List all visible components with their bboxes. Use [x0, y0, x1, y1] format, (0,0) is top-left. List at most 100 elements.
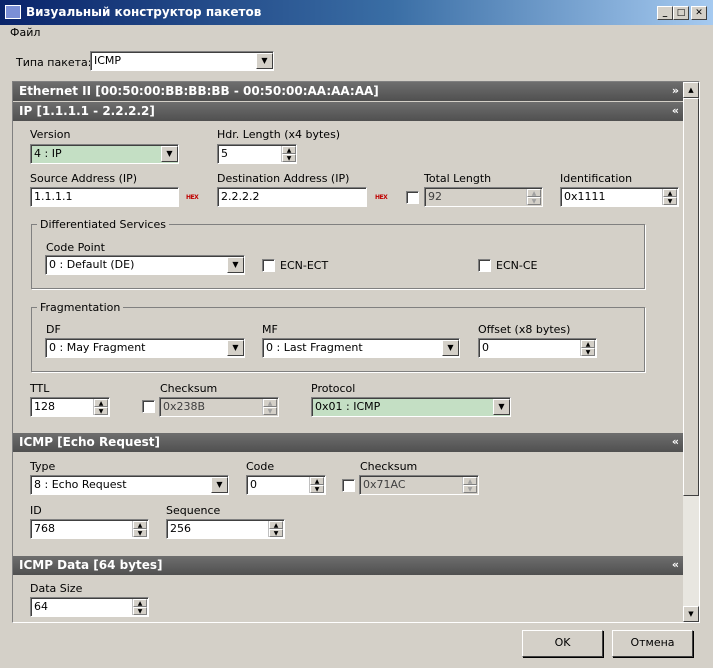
- scroll-up-icon[interactable]: ▲: [683, 82, 699, 98]
- icmp-checksum-value: 0x71AC: [363, 478, 406, 491]
- data-size-spin[interactable]: ▲ ▼: [132, 599, 147, 615]
- scroll-down-icon[interactable]: ▼: [683, 606, 699, 622]
- collapse-icon[interactable]: «: [672, 104, 679, 117]
- app-icon: [5, 5, 21, 19]
- identification-value: 0x1111: [564, 190, 606, 203]
- icmp-type-label: Type: [30, 460, 56, 473]
- collapse-icon[interactable]: «: [672, 558, 679, 571]
- destination-address-label: Destination Address (IP): [217, 172, 350, 185]
- ip-checksum-checkbox[interactable]: [142, 400, 155, 413]
- data-size-label: Data Size: [30, 582, 83, 595]
- icmp-code-value: 0: [250, 478, 257, 491]
- ecn-ce-checkbox[interactable]: [478, 259, 491, 272]
- ip-checksum-value: 0x238B: [163, 400, 206, 413]
- icmp-sequence-value: 256: [170, 522, 191, 535]
- icmp-data-header-text: ICMP Data [64 bytes]: [19, 558, 163, 572]
- vertical-scrollbar[interactable]: ▲ ▼: [683, 82, 699, 622]
- ip-checksum-spin: ▲ ▼: [262, 399, 277, 415]
- minimize-button[interactable]: _: [657, 6, 673, 20]
- icmp-type-select[interactable]: 8 : Echo Request: [30, 475, 229, 495]
- source-address-value: 1.1.1.1: [34, 190, 73, 203]
- icmp-type-value: 8 : Echo Request: [34, 478, 127, 491]
- icmp-code-label: Code: [246, 460, 275, 473]
- ip-checksum-stepper: 0x238B: [159, 397, 279, 417]
- chevron-down-icon[interactable]: ▼: [161, 146, 178, 162]
- version-value: 4 : IP: [34, 147, 62, 160]
- scrollbar-thumb[interactable]: [683, 98, 699, 496]
- ttl-value: 128: [34, 400, 55, 413]
- source-address-label: Source Address (IP): [30, 172, 138, 185]
- diffserv-group-title: Differentiated Services: [37, 218, 169, 231]
- collapse-icon[interactable]: «: [672, 435, 679, 448]
- ecn-ect-label: ECN-ECT: [280, 259, 329, 272]
- ecn-ect-checkbox[interactable]: [262, 259, 275, 272]
- icmp-id-label: ID: [30, 504, 42, 517]
- icmp-id-value: 768: [34, 522, 55, 535]
- version-select[interactable]: 4 : IP: [30, 144, 179, 164]
- ip-checksum-label: Checksum: [160, 382, 218, 395]
- chevron-down-icon[interactable]: ▼: [227, 257, 244, 273]
- icmp-section-header[interactable]: ICMP [Echo Request] «: [13, 433, 683, 452]
- chevron-down-icon[interactable]: ▼: [211, 477, 228, 493]
- maximize-button[interactable]: □: [673, 6, 689, 20]
- offset-spin[interactable]: ▲ ▼: [580, 340, 595, 356]
- expand-icon[interactable]: »: [672, 84, 679, 97]
- hdr-length-label: Hdr. Length (x4 bytes): [217, 128, 341, 141]
- ttl-spin[interactable]: ▲ ▼: [93, 399, 108, 415]
- destination-hex-toggle[interactable]: HEX: [375, 194, 388, 201]
- window-title: Визуальный конструктор пакетов: [26, 5, 262, 19]
- offset-label: Offset (x8 bytes): [478, 323, 571, 336]
- hdr-length-value: 5: [221, 147, 228, 160]
- packet-type-value: ICMP: [94, 54, 122, 67]
- icmp-sequence-spin[interactable]: ▲ ▼: [268, 521, 283, 537]
- icmp-data-section-header[interactable]: ICMP Data [64 bytes] «: [13, 556, 683, 575]
- version-label: Version: [30, 128, 71, 141]
- chevron-down-icon[interactable]: ▼: [227, 340, 244, 356]
- ip-header-text: IP [1.1.1.1 - 2.2.2.2]: [19, 104, 155, 118]
- icmp-code-spin[interactable]: ▲ ▼: [309, 477, 324, 493]
- chevron-down-icon[interactable]: ▼: [256, 53, 273, 69]
- code-point-label: Code Point: [46, 241, 105, 254]
- source-address-input[interactable]: 1.1.1.1: [30, 187, 179, 207]
- title-bar: Визуальный конструктор пакетов _ □ ✕: [0, 0, 713, 25]
- source-hex-toggle[interactable]: HEX: [186, 194, 199, 201]
- code-point-value: 0 : Default (DE): [49, 258, 135, 271]
- menu-file[interactable]: Файл: [10, 26, 40, 39]
- total-length-label: Total Length: [424, 172, 492, 185]
- packet-type-select[interactable]: ICMP: [90, 51, 274, 71]
- ip-section-header[interactable]: IP [1.1.1.1 - 2.2.2.2] «: [13, 102, 683, 121]
- mf-label: MF: [262, 323, 278, 336]
- destination-address-value: 2.2.2.2: [221, 190, 260, 203]
- identification-spin[interactable]: ▲ ▼: [662, 189, 677, 205]
- protocol-value: 0x01 : ICMP: [315, 400, 381, 413]
- icmp-checksum-label: Checksum: [360, 460, 418, 473]
- identification-label: Identification: [560, 172, 633, 185]
- data-size-value: 64: [34, 600, 48, 613]
- df-value: 0 : May Fragment: [49, 341, 146, 354]
- code-point-select[interactable]: 0 : Default (DE): [45, 255, 245, 275]
- close-button[interactable]: ✕: [691, 6, 707, 20]
- mf-value: 0 : Last Fragment: [266, 341, 363, 354]
- fragmentation-group-title: Fragmentation: [37, 301, 124, 314]
- df-select[interactable]: 0 : May Fragment: [45, 338, 245, 358]
- mf-select[interactable]: 0 : Last Fragment: [262, 338, 460, 358]
- df-label: DF: [46, 323, 61, 336]
- ethernet-section-header[interactable]: Ethernet II [00:50:00:BB:BB:BB - 00:50:0…: [13, 82, 683, 101]
- ecn-ce-label: ECN-CE: [496, 259, 538, 272]
- ethernet-header-text: Ethernet II [00:50:00:BB:BB:BB - 00:50:0…: [19, 84, 379, 98]
- chevron-down-icon[interactable]: ▼: [442, 340, 459, 356]
- total-length-checkbox[interactable]: [406, 191, 419, 204]
- icmp-sequence-label: Sequence: [166, 504, 221, 517]
- total-length-spin: ▲ ▼: [526, 189, 541, 205]
- cancel-button[interactable]: Отмена: [612, 630, 693, 657]
- chevron-down-icon[interactable]: ▼: [493, 399, 510, 415]
- protocol-select[interactable]: 0x01 : ICMP: [311, 397, 511, 417]
- ok-button[interactable]: OK: [522, 630, 603, 657]
- icmp-checksum-checkbox[interactable]: [342, 479, 355, 492]
- destination-address-input[interactable]: 2.2.2.2: [217, 187, 367, 207]
- icmp-checksum-stepper: 0x71AC: [359, 475, 479, 495]
- hdr-length-spin[interactable]: ▲ ▼: [281, 146, 296, 162]
- icmp-id-spin[interactable]: ▲ ▼: [132, 521, 147, 537]
- total-length-value: 92: [428, 190, 442, 203]
- protocol-label: Protocol: [311, 382, 356, 395]
